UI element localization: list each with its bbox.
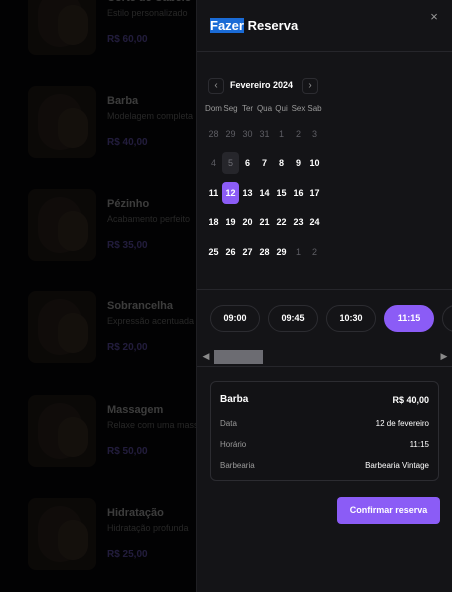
chevron-left-icon[interactable]: ‹: [208, 78, 224, 94]
calendar-day[interactable]: 10: [306, 152, 323, 174]
modal-overlay[interactable]: [0, 0, 196, 592]
calendar-day[interactable]: 30: [239, 123, 256, 145]
summary-time-value: 11:15: [409, 440, 429, 449]
weekday-label: Sex: [291, 104, 306, 113]
calendar-day[interactable]: 3: [306, 123, 323, 145]
calendar-day[interactable]: 19: [222, 211, 239, 233]
calendar-day[interactable]: 26: [222, 241, 239, 263]
calendar-day[interactable]: 16: [290, 182, 307, 204]
summary-shop-label: Barbearia: [220, 461, 255, 470]
booking-summary: Barba R$ 40,00 Data 12 de fevereiro Horá…: [210, 381, 439, 481]
header-divider: [197, 51, 452, 52]
summary-price: R$ 40,00: [392, 395, 429, 405]
weekday-label: Sab: [307, 104, 322, 113]
calendar-day[interactable]: 17: [306, 182, 323, 204]
weekday-label: Seg: [223, 104, 238, 113]
scroll-left-icon[interactable]: ◀: [201, 351, 211, 361]
booking-sheet: Fazer Reserva × ‹ Fevereiro 2024 › Dom Se…: [196, 0, 452, 592]
calendar-day[interactable]: 6: [239, 152, 256, 174]
close-icon[interactable]: ×: [426, 9, 442, 25]
calendar-day[interactable]: 2: [290, 123, 307, 145]
calendar-day[interactable]: 8: [273, 152, 290, 174]
sheet-title-rest: Reserva: [243, 18, 299, 33]
summary-service: Barba: [220, 394, 249, 405]
calendar-month: Fevereiro 2024: [230, 80, 294, 90]
calendar-day[interactable]: 9: [290, 152, 307, 174]
calendar-day[interactable]: 29: [273, 241, 290, 263]
calendar-day[interactable]: 13: [239, 182, 256, 204]
summary-date-label: Data: [220, 419, 237, 428]
weekday-label: Qua: [256, 104, 273, 113]
calendar-divider: [197, 289, 452, 290]
time-slot[interactable]: 12:00: [442, 305, 452, 332]
calendar-day[interactable]: 2: [306, 241, 323, 263]
calendar-day[interactable]: 4: [205, 152, 222, 174]
calendar-day[interactable]: 28: [256, 241, 273, 263]
weekday-label: Ter: [241, 104, 254, 113]
calendar-day[interactable]: 20: [239, 211, 256, 233]
calendar-day[interactable]: 1: [290, 241, 307, 263]
summary-time-label: Horário: [220, 440, 247, 449]
summary-shop-value: Barbearia Vintage: [365, 461, 429, 470]
calendar-day[interactable]: 27: [239, 241, 256, 263]
calendar-day[interactable]: 25: [205, 241, 222, 263]
scrollbar-thumb[interactable]: [214, 350, 263, 364]
time-slot[interactable]: 10:30: [326, 305, 376, 332]
calendar-day[interactable]: 5: [222, 152, 239, 174]
weekday-label: Qui: [275, 104, 288, 113]
time-slots: 09:00 09:45 10:30 11:15 12:00: [197, 305, 452, 335]
scroll-right-icon[interactable]: ▶: [439, 351, 449, 361]
time-slot[interactable]: 09:00: [210, 305, 260, 332]
calendar-day[interactable]: 15: [273, 182, 290, 204]
calendar-day[interactable]: 1: [273, 123, 290, 145]
times-divider: [197, 366, 452, 367]
time-slot[interactable]: 09:45: [268, 305, 318, 332]
time-scrollbar[interactable]: ◀ ▶: [197, 348, 452, 364]
chevron-right-icon[interactable]: ›: [302, 78, 318, 94]
calendar-day[interactable]: 29: [222, 123, 239, 145]
calendar-day[interactable]: 14: [256, 182, 273, 204]
calendar-day-selected[interactable]: 12: [222, 182, 239, 204]
time-slot-selected[interactable]: 11:15: [384, 305, 434, 332]
calendar-day[interactable]: 21: [256, 211, 273, 233]
calendar-day[interactable]: 7: [256, 152, 273, 174]
calendar-day[interactable]: 31: [256, 123, 273, 145]
calendar-day[interactable]: 11: [205, 182, 222, 204]
calendar-day[interactable]: 23: [290, 211, 307, 233]
weekday-label: Dom: [205, 104, 222, 113]
calendar-day[interactable]: 24: [306, 211, 323, 233]
calendar-day[interactable]: 22: [273, 211, 290, 233]
sheet-title-highlight: Fazer: [210, 18, 244, 33]
sheet-title: Fazer Reserva: [210, 18, 298, 33]
calendar-day[interactable]: 28: [205, 123, 222, 145]
calendar-header: ‹ Fevereiro 2024 ›: [208, 76, 318, 96]
summary-date-value: 12 de fevereiro: [375, 419, 429, 428]
calendar-day[interactable]: 18: [205, 211, 222, 233]
confirm-booking-button[interactable]: Confirmar reserva: [337, 497, 440, 524]
